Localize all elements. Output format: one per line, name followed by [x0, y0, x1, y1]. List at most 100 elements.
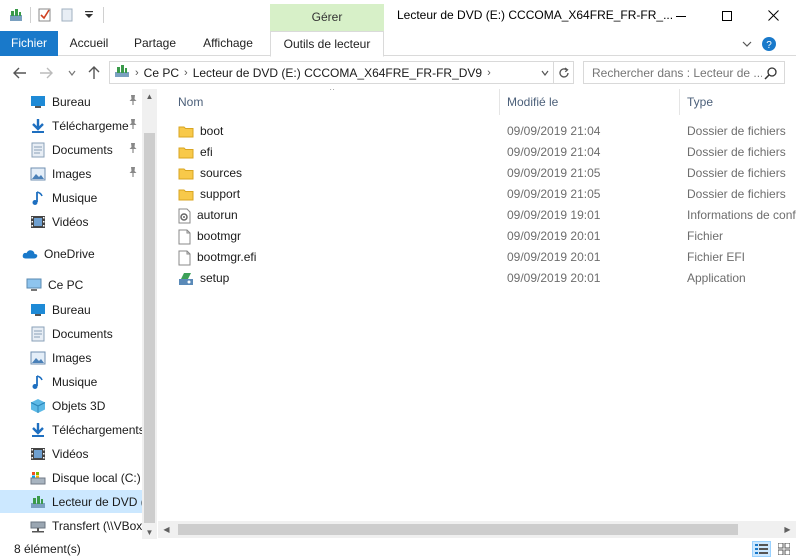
minimize-button[interactable] [658, 0, 704, 31]
address-dropdown-button[interactable] [536, 62, 554, 83]
file-modified: 09/09/2019 21:05 [507, 187, 601, 201]
large-icons-view-button[interactable] [774, 541, 793, 557]
search-icon[interactable] [764, 66, 778, 83]
pc-icon [26, 277, 42, 293]
navigation-pane-scrollbar[interactable]: ▲ ▼ [142, 89, 157, 539]
file-name-cell[interactable]: efi [178, 142, 213, 163]
videos-icon [30, 214, 46, 230]
tab-outils-de-lecteur[interactable]: Outils de lecteur [270, 31, 384, 57]
back-button[interactable] [10, 63, 30, 83]
tab-accueil[interactable]: Accueil [60, 31, 118, 56]
nav-item-6[interactable]: Vidéos [0, 210, 142, 233]
scroll-down-arrow[interactable]: ▼ [142, 525, 157, 539]
tab-affichage[interactable]: Affichage [194, 31, 262, 56]
scroll-right-arrow[interactable]: ▶ [779, 521, 796, 538]
nav-item-1[interactable]: Bureau [0, 90, 142, 113]
table-row[interactable]: autorun 09/09/2019 19:01 Informations de c… [158, 205, 796, 226]
column-header-modified[interactable]: Modifié le [507, 89, 677, 115]
close-button[interactable] [750, 0, 796, 31]
nav-item-12[interactable]: Musique [0, 370, 142, 393]
column-header-type[interactable]: Type [687, 89, 787, 115]
nav-item-8[interactable]: Ce PC [0, 273, 142, 296]
tab-gerer-context[interactable]: Gérer [270, 4, 384, 31]
arrow-right-icon [40, 67, 53, 79]
breadcrumb-ce-pc[interactable]: Ce PC [144, 66, 179, 80]
file-name-cell[interactable]: bootmgr.efi [178, 247, 256, 268]
file-name-cell[interactable]: bootmgr [178, 226, 241, 247]
nav-item-13[interactable]: Objets 3D [0, 394, 142, 417]
nav-item-7[interactable]: OneDrive [0, 242, 142, 265]
file-type: Fichier [687, 229, 724, 243]
nav-item-15[interactable]: Vidéos [0, 442, 142, 465]
up-button[interactable] [84, 63, 104, 83]
pin-icon[interactable] [128, 166, 138, 181]
pin-icon[interactable] [128, 118, 138, 133]
scroll-left-arrow[interactable]: ◀ [158, 521, 175, 538]
customize-toolbar-icon[interactable] [81, 7, 97, 23]
arrow-left-icon [13, 67, 26, 79]
help-icon: ? [762, 37, 776, 51]
help-button[interactable]: ? [760, 35, 778, 53]
breadcrumb-dvd-drive[interactable]: Lecteur de DVD (E:) CCCOMA_X64FRE_FR-FR_… [193, 66, 482, 80]
file-name-cell[interactable]: boot [178, 121, 223, 142]
table-row[interactable]: bootmgr.efi 09/09/2019 20:01 Fichier EFI [158, 247, 796, 268]
recent-locations-button[interactable] [62, 63, 82, 83]
table-row[interactable]: bootmgr 09/09/2019 20:01 Fichier [158, 226, 796, 247]
nav-item-3[interactable]: Documents [0, 138, 142, 161]
scrollbar-thumb[interactable] [178, 524, 738, 535]
pin-icon[interactable] [128, 94, 138, 109]
nav-item-11[interactable]: Images [0, 346, 142, 369]
file-name-cell[interactable]: autorun [178, 205, 238, 226]
breadcrumb-separator[interactable]: › [487, 67, 491, 79]
nav-item-4[interactable]: Images [0, 162, 142, 185]
table-row[interactable]: setup 09/09/2019 20:01 Application [158, 268, 796, 289]
table-row[interactable]: efi 09/09/2019 21:04 Dossier de fichiers [158, 142, 796, 163]
refresh-button[interactable] [554, 61, 574, 84]
file-name: sources [200, 166, 243, 180]
breadcrumb-separator[interactable]: › [135, 67, 139, 79]
column-header-name[interactable]: Nom [178, 89, 498, 115]
nav-item-9[interactable]: Bureau [0, 298, 142, 321]
table-row[interactable]: sources 09/09/2019 21:05 Dossier de fichie… [158, 163, 796, 184]
details-view-button[interactable] [752, 541, 771, 557]
nav-item-10[interactable]: Documents [0, 322, 142, 345]
scrollbar-thumb[interactable] [144, 133, 155, 523]
file-name-cell[interactable]: sources [178, 163, 242, 184]
nav-item-label: Musique [52, 190, 98, 205]
column-divider[interactable] [499, 89, 500, 115]
nav-item-2[interactable]: Téléchargeme [0, 114, 142, 137]
table-row[interactable]: boot 09/09/2019 21:04 Dossier de fichiers [158, 121, 796, 142]
search-box[interactable] [583, 61, 785, 84]
breadcrumb-separator[interactable]: › [184, 67, 188, 79]
tab-fichier[interactable]: Fichier [0, 31, 58, 56]
column-divider[interactable] [679, 89, 680, 115]
videos-icon [30, 446, 46, 462]
new-folder-icon[interactable] [59, 7, 75, 23]
nav-item-5[interactable]: Musique [0, 186, 142, 209]
nav-item-label: Images [52, 166, 92, 181]
nav-item-18[interactable]: Transfert (\\VBox [0, 514, 142, 537]
details-view-icon [755, 543, 768, 554]
forward-button[interactable] [36, 63, 56, 83]
nav-item-17[interactable]: Lecteur de DVD ( [0, 490, 142, 513]
file-name-cell[interactable]: setup [178, 268, 229, 289]
maximize-button[interactable] [704, 0, 750, 31]
nav-item-16[interactable]: Disque local (C:) [0, 466, 142, 489]
address-bar[interactable]: › Ce PC › Lecteur de DVD (E:) CCCOMA_X64… [109, 61, 554, 84]
file-type: Dossier de fichiers [687, 166, 786, 180]
navigation-pane: Bureau Téléchargeme Documents Images Musique… [0, 89, 157, 539]
table-row[interactable]: support 09/09/2019 21:05 Dossier de fichie… [158, 184, 796, 205]
tab-partage[interactable]: Partage [126, 31, 184, 56]
file-name-cell[interactable]: support [178, 184, 240, 205]
nav-item-label: Téléchargements [52, 422, 142, 437]
chevron-down-icon [68, 70, 76, 76]
search-input[interactable] [592, 65, 762, 80]
dvd-drive-icon[interactable] [8, 7, 24, 23]
file-list-horizontal-scrollbar[interactable]: ◀ ▶ [158, 521, 796, 538]
properties-icon[interactable] [37, 7, 53, 23]
scroll-up-arrow[interactable]: ▲ [142, 89, 157, 103]
pin-icon[interactable] [128, 142, 138, 157]
expand-ribbon-button[interactable] [738, 35, 756, 53]
nav-item-14[interactable]: Téléchargements [0, 418, 142, 441]
file-modified: 09/09/2019 21:04 [507, 145, 601, 159]
